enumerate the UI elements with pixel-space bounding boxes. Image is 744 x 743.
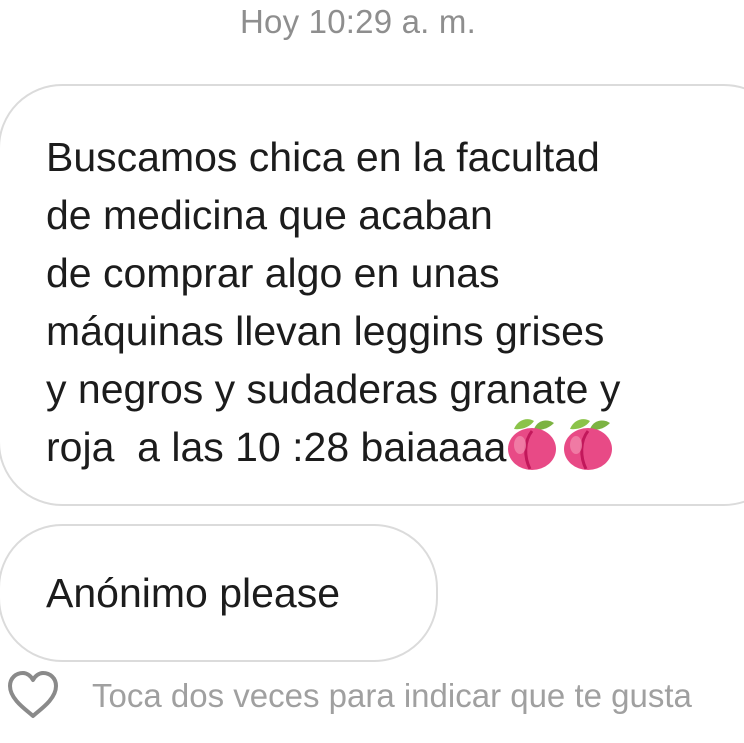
peach-emoji	[508, 419, 557, 470]
message-line: de comprar algo en unas	[46, 250, 500, 296]
message-line: Buscamos chica en la facultad	[46, 134, 600, 180]
message-text: Anónimo please	[46, 570, 341, 616]
message-line: de medicina que acaban	[46, 192, 493, 238]
message-line: roja a las 10 :28 baiaaaa	[46, 424, 507, 470]
heart-outline-icon[interactable]	[6, 668, 60, 722]
like-row: Toca dos veces para indicar que te gusta	[0, 668, 744, 728]
message-text: Buscamos chica en la facultad de medicin…	[46, 128, 736, 476]
chat-screen: Hoy 10:29 a. m. Buscamos chica en la fac…	[0, 0, 744, 743]
like-hint-text: Toca dos veces para indicar que te gusta	[92, 677, 692, 714]
message-line: máquinas llevan leggins grises	[46, 308, 605, 354]
peach-emoji-pair	[506, 419, 614, 471]
message-line: y negros y sudaderas granate y	[46, 366, 621, 412]
message-timestamp: Hoy 10:29 a. m.	[240, 3, 476, 40]
peach-emoji	[564, 419, 613, 470]
peach-emoji-icon	[508, 419, 613, 470]
